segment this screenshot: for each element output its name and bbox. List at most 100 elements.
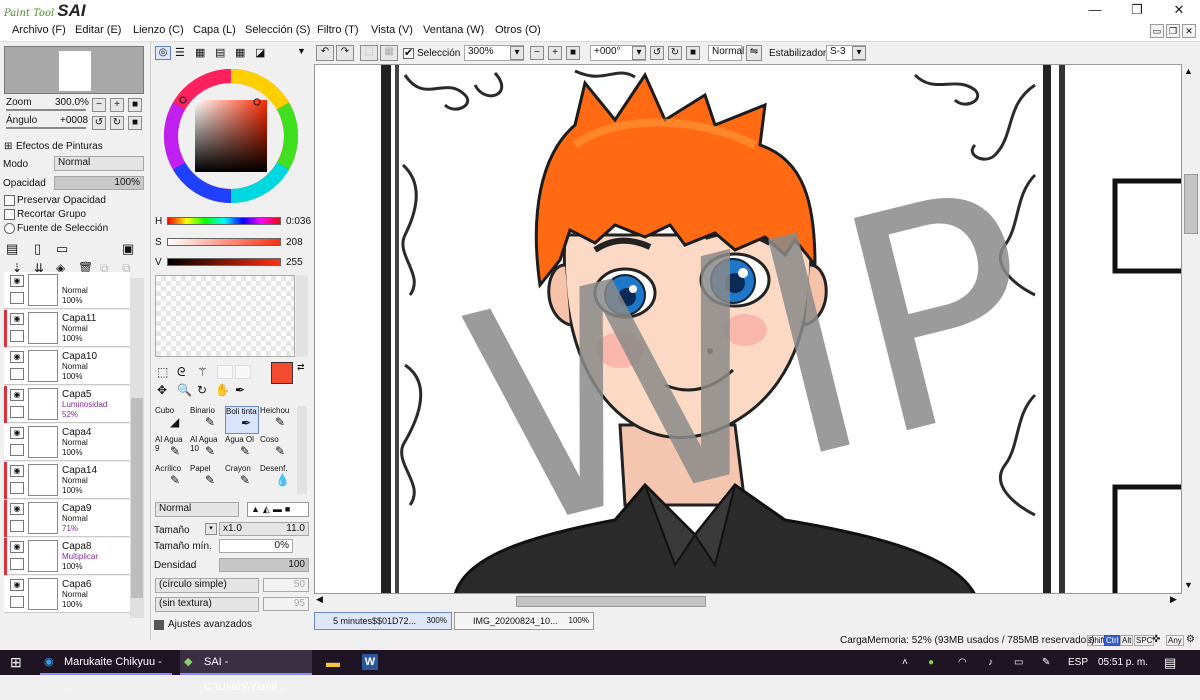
size-multiplier-toggle[interactable]: ▾ bbox=[205, 523, 217, 535]
layer-lock-box[interactable] bbox=[10, 520, 24, 532]
eye-icon[interactable]: ◉ bbox=[10, 275, 24, 287]
mixer-tab[interactable]: ▤ bbox=[215, 46, 225, 59]
swatches-tab[interactable]: ▦ bbox=[235, 46, 245, 59]
layer-row[interactable]: ◉ Capa8 Multiplicar 100% bbox=[4, 538, 130, 575]
swap-colors-icon[interactable]: ⇄ bbox=[297, 362, 305, 373]
eye-icon[interactable]: ◉ bbox=[10, 389, 24, 401]
angle-slider[interactable] bbox=[6, 127, 86, 129]
min-size-slider[interactable]: 0% bbox=[219, 539, 293, 553]
undo-button[interactable]: ↶ bbox=[316, 45, 334, 61]
settings-icon[interactable]: ⚙ bbox=[1186, 634, 1195, 645]
language-indicator[interactable]: ESP bbox=[1068, 650, 1088, 675]
advanced-settings-toggle[interactable] bbox=[154, 620, 164, 630]
navigator-preview[interactable] bbox=[4, 46, 144, 94]
layer-row[interactable]: ◉ Capa11 Normal 100% bbox=[4, 310, 130, 347]
zoom-slider[interactable] bbox=[6, 109, 86, 111]
tool-al-agua-9[interactable]: Al Agua 9 ✎ bbox=[155, 435, 189, 463]
tool-acr-lico[interactable]: Acrílico ✎ bbox=[155, 464, 189, 492]
rgb-slider-tab[interactable]: ☰ bbox=[175, 46, 185, 59]
redo-button[interactable]: ↷ bbox=[336, 45, 354, 61]
taskbar-app-sai[interactable]: ◆ SAI - C:\Users\Yamil... bbox=[180, 650, 312, 693]
taskbar-app-browser[interactable]: ◉ Marukaite Chikyuu - ... bbox=[40, 650, 172, 693]
layer-lock-box[interactable] bbox=[10, 292, 24, 304]
eye-icon[interactable]: ◉ bbox=[10, 313, 24, 325]
layer-row[interactable]: ◉ Capa4 Normal 100% bbox=[4, 424, 130, 461]
pen-icon[interactable]: ✎ bbox=[1042, 650, 1050, 675]
preserve-opacity-checkbox[interactable] bbox=[4, 195, 15, 206]
eye-icon[interactable]: ◉ bbox=[10, 427, 24, 439]
tool-binario[interactable]: Binario ✎ bbox=[190, 406, 224, 434]
zoom-reset-button[interactable]: ■ bbox=[128, 98, 142, 112]
foreground-color-swatch[interactable] bbox=[271, 362, 293, 384]
rotate-left-button[interactable]: ↺ bbox=[92, 116, 106, 130]
document-tab-active[interactable]: 5 minutes$$01D72... 300% bbox=[314, 612, 452, 630]
menu-vista[interactable]: Vista (V) bbox=[371, 24, 413, 36]
size-slider[interactable]: x1.0 11.0 bbox=[219, 522, 309, 536]
hand-icon[interactable]: ✋ bbox=[215, 383, 230, 397]
eye-icon[interactable]: ◉ bbox=[10, 503, 24, 515]
lasso-icon[interactable]: ᘓ bbox=[177, 365, 185, 380]
tool-crayon[interactable]: Crayon ✎ bbox=[225, 464, 259, 492]
layer-scrollbar[interactable] bbox=[130, 278, 144, 618]
zoom-tool-icon[interactable]: 🔍 bbox=[177, 383, 192, 397]
density-slider[interactable]: 100 bbox=[219, 558, 309, 572]
tool-papel[interactable]: Papel ✎ bbox=[190, 464, 224, 492]
tool-desenf-[interactable]: Desenf. 💧 bbox=[260, 464, 294, 492]
menu-otros[interactable]: Otros (O) bbox=[495, 24, 541, 36]
minimize-button[interactable]: — bbox=[1080, 0, 1110, 20]
toolbar-zoom-out-button[interactable]: − bbox=[530, 46, 544, 60]
view-mode-select[interactable]: Normal bbox=[708, 45, 744, 61]
brush-mode-select[interactable]: Normal bbox=[155, 502, 239, 517]
toolbar-rotate-left-button[interactable]: ↺ bbox=[650, 46, 664, 60]
maximize-button[interactable]: ❐ bbox=[1122, 0, 1152, 20]
eyedropper-icon[interactable]: ✒ bbox=[235, 383, 245, 397]
texture-select[interactable]: (sin textura) bbox=[155, 597, 259, 612]
rotation-dropdown-icon[interactable]: ▾ bbox=[632, 46, 646, 60]
layer-lock-box[interactable] bbox=[10, 558, 24, 570]
word-icon[interactable]: W bbox=[362, 654, 378, 670]
layer-lock-box[interactable] bbox=[10, 368, 24, 380]
wifi-icon[interactable]: ◠ bbox=[958, 650, 967, 675]
action-center-icon[interactable]: ▤ bbox=[1164, 650, 1176, 675]
stabilizer-dropdown-icon[interactable]: ▾ bbox=[852, 46, 866, 60]
menu-capa[interactable]: Capa (L) bbox=[193, 24, 236, 36]
layer-row[interactable]: ◉ Capa6 Normal 100% bbox=[4, 576, 130, 613]
toolbar-rotate-reset-button[interactable]: ■ bbox=[686, 46, 700, 60]
layer-row[interactable]: ◉ Capa10 Normal 100% bbox=[4, 348, 130, 385]
hsv-slider-tab[interactable]: ▦ bbox=[195, 46, 205, 59]
rect-select-icon[interactable]: ⬚ bbox=[157, 365, 168, 379]
layer-lock-box[interactable] bbox=[10, 444, 24, 456]
app-tray-icon[interactable]: ● bbox=[928, 650, 934, 675]
clock[interactable]: 05:51 p. m. bbox=[1098, 650, 1148, 675]
opacity-slider[interactable]: 100% bbox=[54, 176, 144, 190]
drawing-canvas[interactable]: WIP bbox=[314, 64, 1182, 594]
toolbar-zoom-in-button[interactable]: + bbox=[548, 46, 562, 60]
tool-agua-ol[interactable]: Agua Ol ✎ bbox=[225, 435, 259, 463]
mdi-restore-button[interactable]: ❐ bbox=[1166, 24, 1180, 38]
canvas-horizontal-scrollbar[interactable]: ◀ ▶ bbox=[314, 594, 1182, 608]
brush-shape-buttons[interactable]: ▲◭▬■ bbox=[247, 502, 309, 517]
canvas-vertical-scrollbar[interactable]: ▲ ▼ bbox=[1182, 64, 1200, 594]
close-button[interactable]: ✕ bbox=[1164, 0, 1194, 20]
selection-checkbox[interactable]: ✔ bbox=[403, 47, 414, 59]
new-linework-layer-icon[interactable]: ▯ bbox=[34, 241, 41, 257]
hue-slider[interactable] bbox=[167, 217, 281, 225]
eye-icon[interactable]: ◉ bbox=[10, 351, 24, 363]
layer-row[interactable]: ◉ Capa5 Luminosidad 52% bbox=[4, 386, 130, 423]
magic-wand-icon[interactable]: ⚚ bbox=[197, 365, 208, 379]
tool-cubo[interactable]: Cubo ◢ bbox=[155, 406, 189, 434]
panel-menu-icon[interactable]: ▼ bbox=[297, 46, 306, 56]
new-folder-icon[interactable]: ▭ bbox=[56, 241, 68, 257]
battery-icon[interactable]: ▭ bbox=[1014, 650, 1023, 675]
clip-group-checkbox[interactable] bbox=[4, 209, 15, 220]
scratchpad-tab[interactable]: ◪ bbox=[255, 46, 265, 59]
menu-seleccion[interactable]: Selección (S) bbox=[245, 24, 310, 36]
color-wheel[interactable] bbox=[161, 66, 301, 206]
layer-lock-box[interactable] bbox=[10, 596, 24, 608]
mdi-close-button[interactable]: ✕ bbox=[1182, 24, 1196, 38]
menu-archivo[interactable]: Archivo (F) bbox=[12, 24, 66, 36]
toolbar-zoom-reset-button[interactable]: ■ bbox=[566, 46, 580, 60]
color-wheel-tab[interactable]: ◎ bbox=[155, 46, 171, 60]
mask-icon[interactable]: ▣ bbox=[122, 241, 134, 257]
layer-lock-box[interactable] bbox=[10, 482, 24, 494]
